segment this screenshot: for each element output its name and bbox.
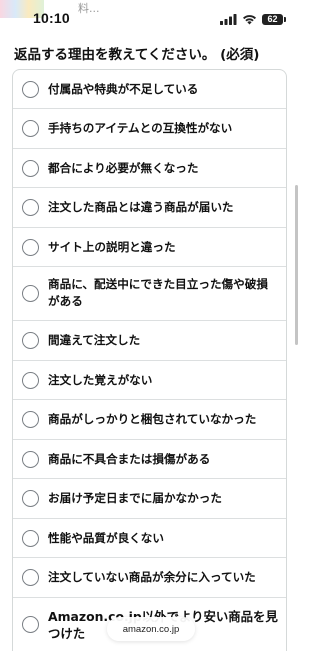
option-label: サイト上の説明と違った (48, 240, 176, 254)
radio-button[interactable] (22, 616, 39, 633)
option-wrong-item[interactable]: 注文した商品とは違う商品が届いた (13, 188, 286, 228)
radio-button[interactable] (22, 81, 39, 98)
option-defective[interactable]: 商品に不具合または損傷がある (13, 440, 286, 479)
scrollbar[interactable] (295, 185, 298, 345)
option-label: 手持ちのアイテムとの互換性がない (48, 121, 233, 135)
url-bar[interactable]: amazon.co.jp (107, 617, 195, 641)
question-title: 返品する理由を教えてください。 (必須) (14, 47, 260, 63)
option-not-as-described[interactable]: サイト上の説明と違った (13, 228, 286, 267)
status-bar: 料... 10:10 62 (0, 0, 301, 30)
battery-icon: 62 (262, 13, 286, 25)
option-missing-accessories[interactable]: 付属品や特典が不足している (13, 70, 286, 109)
radio-button[interactable] (22, 411, 39, 428)
radio-button[interactable] (22, 239, 39, 256)
radio-button[interactable] (22, 451, 39, 468)
option-no-longer-needed[interactable]: 都合により必要が無くなった (13, 149, 286, 188)
peek-text: 料... (78, 2, 100, 15)
return-reason-list: 付属品や特典が不足している 手持ちのアイテムとの互換性がない 都合により必要が無… (12, 69, 287, 651)
option-extra-item[interactable]: 注文していない商品が余分に入っていた (13, 558, 286, 598)
radio-button[interactable] (22, 372, 39, 389)
radio-button[interactable] (22, 530, 39, 547)
radio-button[interactable] (22, 199, 39, 216)
option-label: 注文した商品とは違う商品が届いた (48, 200, 234, 214)
option-label: 商品に不具合または損傷がある (48, 452, 211, 466)
option-label: お届け予定日までに届かなかった (48, 491, 222, 505)
option-label: 間違えて注文した (48, 333, 141, 347)
wifi-icon (243, 14, 256, 24)
option-label: 性能や品質が良くない (48, 531, 164, 545)
option-label: 商品に、配送中にできた目立った傷や破損がある (48, 277, 268, 308)
option-poorly-packaged[interactable]: 商品がしっかりと梱包されていなかった (13, 400, 286, 440)
status-icons: 62 (220, 12, 286, 26)
option-label: 付属品や特典が不足している (48, 82, 199, 96)
option-label: 注文した覚えがない (48, 373, 153, 387)
option-label: 都合により必要が無くなった (48, 161, 199, 175)
option-poor-quality[interactable]: 性能や品質が良くない (13, 519, 286, 558)
radio-button[interactable] (22, 569, 39, 586)
option-did-not-order[interactable]: 注文した覚えがない (13, 361, 286, 400)
radio-button[interactable] (22, 490, 39, 507)
signal-icon (220, 13, 237, 25)
radio-button[interactable] (22, 120, 39, 137)
option-damaged-in-shipping[interactable]: 商品に、配送中にできた目立った傷や破損がある (13, 267, 286, 321)
radio-button[interactable] (22, 285, 39, 302)
radio-button[interactable] (22, 160, 39, 177)
status-time: 10:10 (33, 10, 70, 26)
radio-button[interactable] (22, 332, 39, 349)
option-ordered-by-mistake[interactable]: 間違えて注文した (13, 321, 286, 361)
option-label: 商品がしっかりと梱包されていなかった (48, 412, 257, 426)
return-reason-screen: 料... 10:10 62 返品する理由を教えてください。 (必須) 付属品や特… (0, 0, 301, 651)
option-incompatible[interactable]: 手持ちのアイテムとの互換性がない (13, 109, 286, 149)
option-late-delivery[interactable]: お届け予定日までに届かなかった (13, 479, 286, 519)
option-label: 注文していない商品が余分に入っていた (48, 570, 256, 584)
